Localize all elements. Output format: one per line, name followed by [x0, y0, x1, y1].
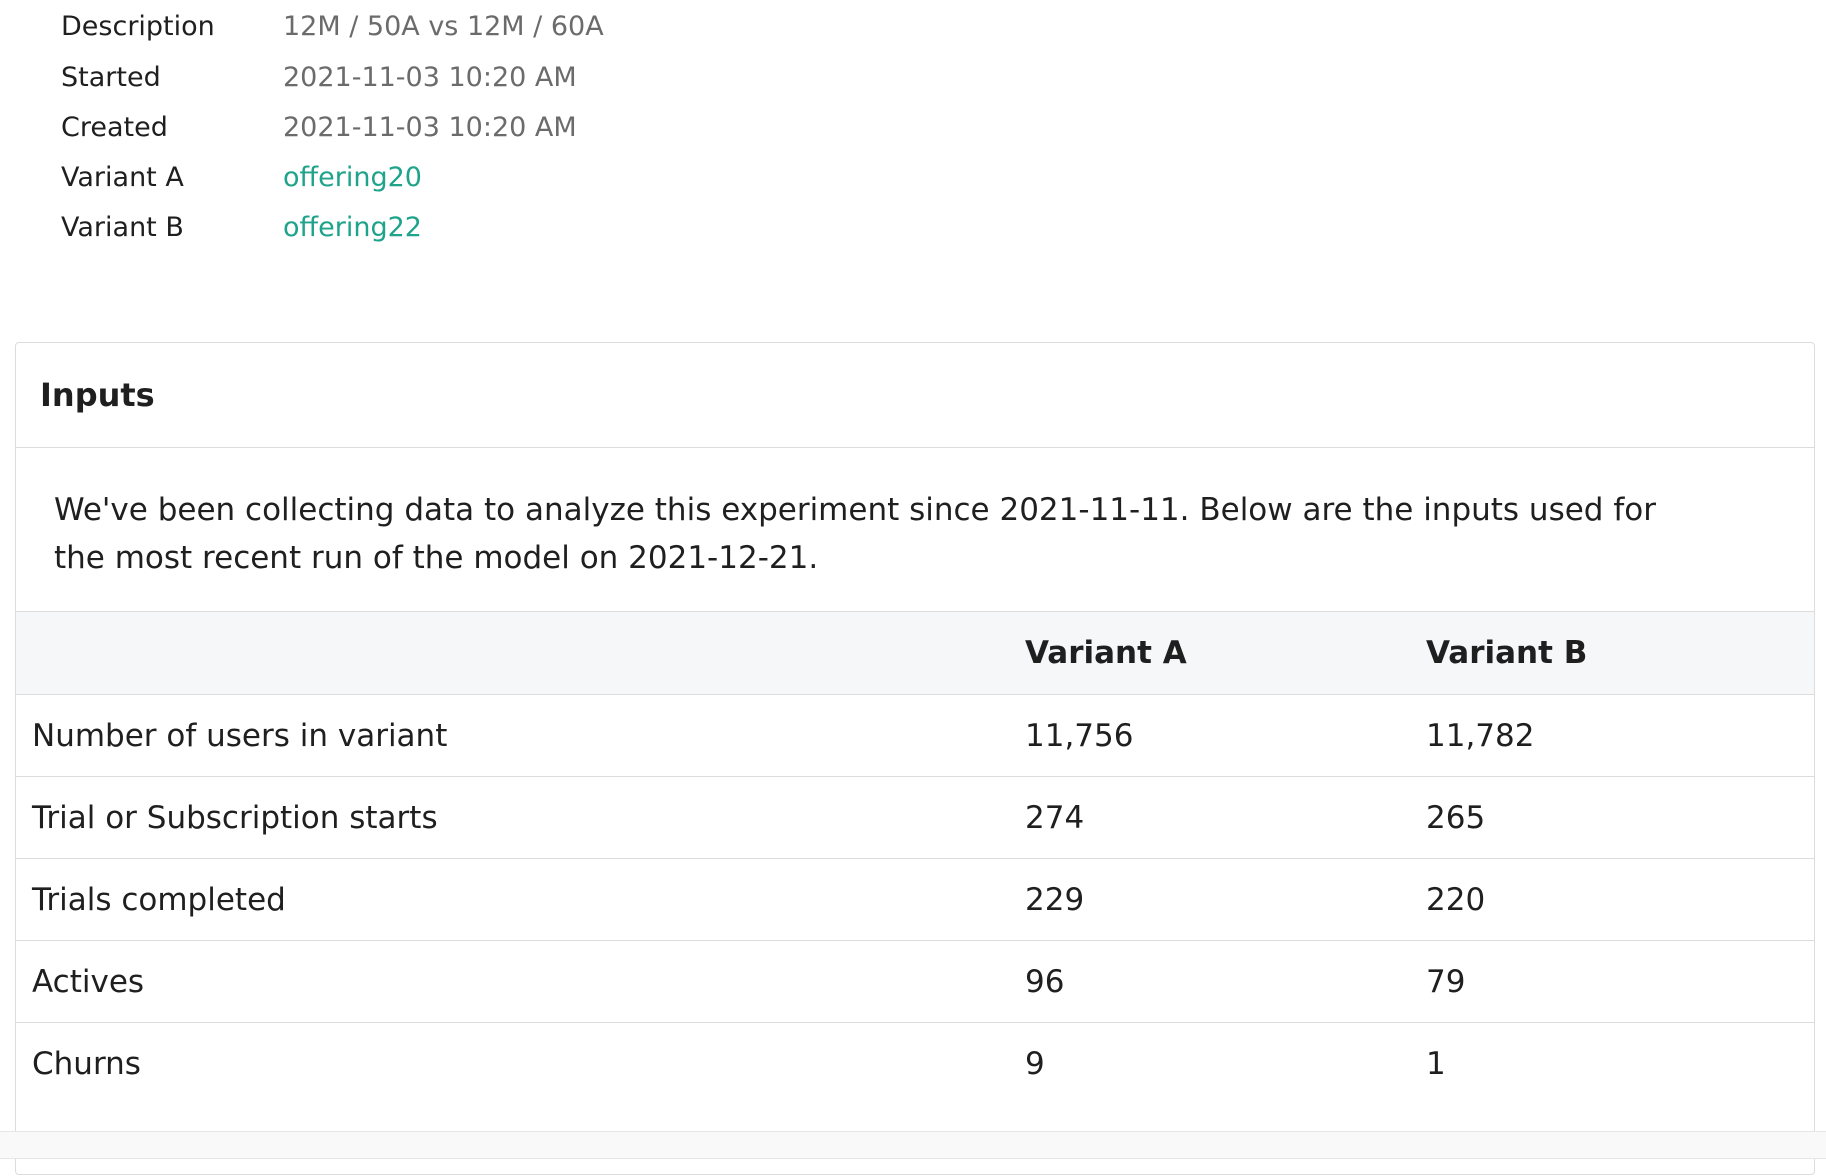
meta-value: 2021-11-03 10:20 AM [283, 111, 577, 143]
column-header-metric [16, 612, 1025, 695]
horizontal-scrollbar[interactable] [0, 1131, 1826, 1159]
meta-row-started: Started 2021-11-03 10:20 AM [61, 52, 961, 102]
variant-b-offering-link[interactable]: offering22 [283, 212, 422, 243]
variant-a-value: 11,756 [1025, 694, 1426, 777]
table-row: Trial or Subscription starts 274 265 [16, 776, 1814, 859]
row-label: Trial or Subscription starts [16, 776, 1025, 859]
inputs-card-header: Inputs [16, 343, 1814, 448]
variant-b-value: 220 [1426, 858, 1814, 941]
table-row: Number of users in variant 11,756 11,782 [16, 694, 1814, 777]
variant-b-value: 11,782 [1426, 694, 1814, 777]
variant-a-value: 96 [1025, 940, 1426, 1023]
table-row: Actives 96 79 [16, 940, 1814, 1023]
row-label: Trials completed [16, 858, 1025, 941]
meta-label: Description [61, 10, 215, 42]
variant-b-value: 1 [1426, 1045, 1446, 1082]
variant-b-value: 79 [1426, 940, 1814, 1023]
variant-b-value: 265 [1426, 776, 1814, 859]
row-label: Actives [16, 940, 1025, 1023]
meta-label: Created [61, 111, 168, 143]
meta-value: 2021-11-03 10:20 AM [283, 61, 577, 93]
table-row: Trials completed 229 220 [16, 858, 1814, 941]
table-row: Churns 9 1 [16, 1023, 1814, 1105]
column-header-variant-a: Variant A [1025, 612, 1426, 695]
inputs-table: Variant A Variant B Number of users in v… [16, 612, 1814, 1104]
inputs-title: Inputs [40, 376, 155, 414]
meta-label: Started [61, 61, 161, 93]
meta-row-created: Created 2021-11-03 10:20 AM [61, 102, 961, 152]
table-header-row: Variant A Variant B [16, 612, 1814, 695]
meta-label: Variant B [61, 211, 184, 243]
variant-a-value: 274 [1025, 776, 1426, 859]
meta-row-variant-a: Variant A offering20 [61, 152, 961, 202]
inputs-card: Inputs We've been collecting data to ana… [15, 342, 1815, 1175]
inputs-intro-text: We've been collecting data to analyze th… [16, 448, 1814, 612]
variant-a-value: 229 [1025, 858, 1426, 941]
variant-a-value: 9 [1025, 1045, 1045, 1082]
row-label: Number of users in variant [16, 694, 1025, 777]
experiment-details: Description 12M / 50A vs 12M / 60A Start… [61, 0, 961, 252]
meta-row-description: Description 12M / 50A vs 12M / 60A [61, 0, 961, 52]
meta-label: Variant A [61, 161, 184, 193]
variant-a-offering-link[interactable]: offering20 [283, 162, 422, 193]
meta-row-variant-b: Variant B offering22 [61, 202, 961, 252]
meta-value: 12M / 50A vs 12M / 60A [283, 10, 604, 42]
column-header-variant-b: Variant B [1426, 612, 1814, 695]
row-label: Churns [32, 1045, 141, 1082]
